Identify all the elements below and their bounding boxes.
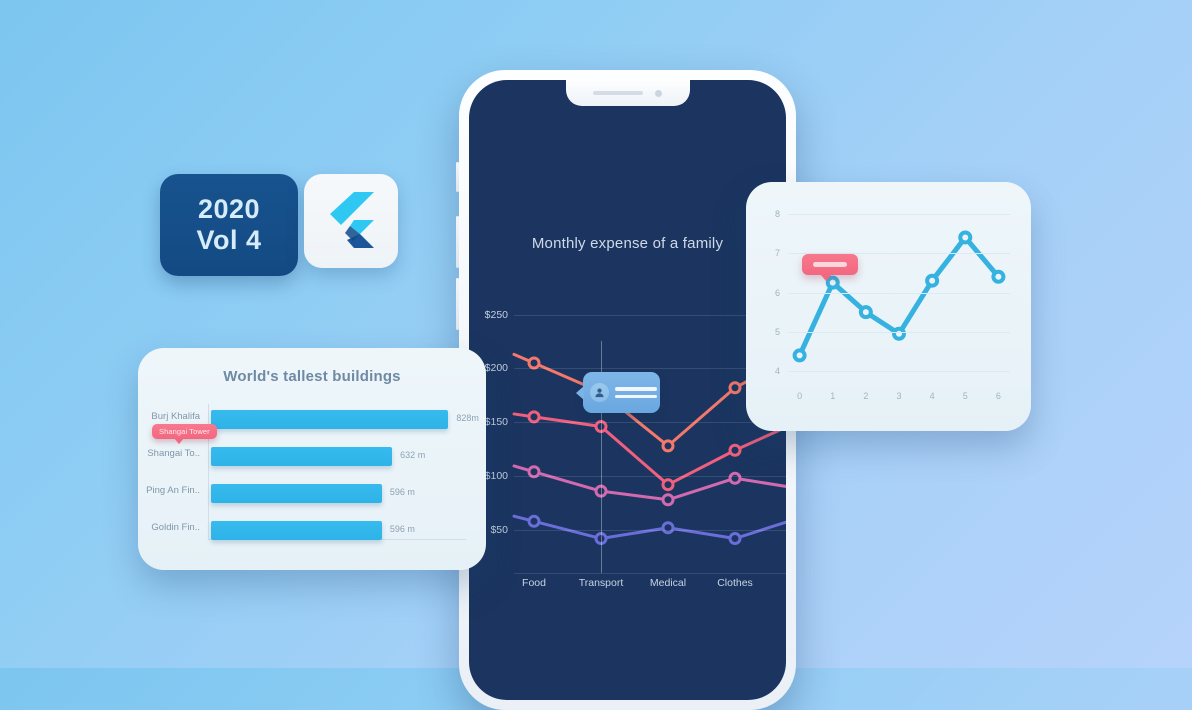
- bar-category-label: Ping An Fin..: [146, 485, 200, 496]
- phone-chart-title: Monthly expense of a family: [531, 235, 724, 252]
- line-chart-tooltip[interactable]: [802, 254, 858, 281]
- bar-chart-card: World's tallest buildings Burj Khalifa 82…: [138, 348, 486, 570]
- tooltip-tail: [820, 274, 832, 281]
- phone-chart-ytick: $250: [484, 308, 508, 321]
- line-chart-xtick: 4: [929, 391, 935, 401]
- tooltip-tail: [576, 386, 584, 400]
- bar-value-label: 828m: [456, 413, 479, 423]
- line-chart-xtick: 2: [863, 391, 869, 401]
- line-chart-point[interactable]: [925, 273, 940, 288]
- phone-chart-xtick: Medical: [649, 577, 687, 589]
- phone-chart-xtick: Transport: [578, 577, 624, 589]
- phone-chart-line: [512, 514, 786, 541]
- phone-button-silent[interactable]: [456, 162, 459, 192]
- phone-button-volume-up[interactable]: [456, 216, 459, 268]
- person-icon: [590, 383, 609, 402]
- line-chart-card: 4 5 6 7 8 0 1 2 3 4 5 6: [746, 182, 1031, 431]
- phone-chart-point[interactable]: [661, 521, 675, 535]
- phone-chart-point[interactable]: [527, 410, 541, 424]
- phone-chart-line: [512, 412, 786, 487]
- bar-chart-bar[interactable]: [211, 521, 382, 540]
- phone-chart-baseline: [514, 573, 786, 574]
- tooltip-value-bar: [813, 262, 847, 267]
- bar-category-label: Burj Khalifa: [151, 411, 200, 422]
- line-chart-xtick: 1: [830, 391, 836, 401]
- bar-value-label: 596 m: [389, 524, 415, 534]
- volume-badge: 2020 Vol 4: [160, 174, 298, 276]
- line-chart-point[interactable]: [991, 269, 1006, 284]
- phone-chart-ytick: $100: [484, 470, 508, 483]
- line-chart-ytick: 4: [774, 366, 780, 377]
- phone-chart-point[interactable]: [661, 493, 675, 507]
- line-chart-xtick: 3: [896, 391, 902, 401]
- phone-notch: [565, 80, 690, 106]
- tooltip-tail: [174, 438, 184, 444]
- bar-value-label: 632 m: [400, 450, 426, 460]
- line-chart-point[interactable]: [792, 348, 807, 363]
- phone-chart-point[interactable]: [728, 443, 742, 457]
- line-chart-ytick: 6: [774, 287, 780, 298]
- phone-chart-point[interactable]: [527, 514, 541, 528]
- bar-chart-title: World's tallest buildings: [223, 368, 401, 385]
- tooltip-text-lines: [615, 387, 657, 398]
- bar-chart-plot: Burj Khalifa 828m Shangai To.. 632 m Ping An…: [146, 404, 479, 540]
- phone-chart-gridline: [514, 476, 786, 478]
- line-chart-point[interactable]: [892, 326, 906, 341]
- bar-chart-tooltip[interactable]: Shangai Tower: [152, 424, 217, 444]
- flutter-logo: [327, 192, 375, 250]
- bar-tooltip-label: Shangai Tower: [159, 427, 210, 436]
- phone-chart-point[interactable]: [728, 471, 742, 485]
- bar-value-label: 596 m: [389, 487, 415, 497]
- phone-chart-point[interactable]: [661, 478, 675, 492]
- line-chart-ytick: 8: [774, 208, 780, 219]
- bar-chart-bar[interactable]: [211, 447, 393, 466]
- line-chart-xtick: 0: [797, 391, 803, 401]
- phone-chart-gridline: [514, 529, 786, 531]
- badge-year: 2020: [197, 194, 261, 224]
- phone-chart-ytick: $50: [490, 523, 508, 536]
- phone-chart-point[interactable]: [728, 381, 742, 395]
- badge-volume: Vol 4: [196, 225, 262, 255]
- front-camera-icon: [655, 89, 662, 97]
- line-chart-ytick: 7: [774, 248, 780, 259]
- phone-chart-point[interactable]: [728, 532, 742, 546]
- line-chart-xtick: 5: [962, 391, 968, 401]
- line-chart-point[interactable]: [858, 305, 873, 320]
- bar-chart-bar[interactable]: [211, 410, 449, 429]
- line-chart-gridline: [788, 213, 1010, 215]
- line-chart-ytick: 5: [774, 326, 780, 337]
- line-chart-point[interactable]: [958, 230, 973, 245]
- phone-chart-ytick: $200: [484, 362, 508, 375]
- bar-category-label: Goldin Fin..: [151, 522, 200, 533]
- phone-button-volume-down[interactable]: [456, 278, 459, 330]
- bar-category-label: Shangai To..: [147, 448, 200, 459]
- line-chart-plot: 4 5 6 7 8 0 1 2 3 4 5 6: [775, 206, 1010, 401]
- line-chart-xtick: 6: [995, 391, 1001, 401]
- line-chart-gridline: [788, 292, 1010, 294]
- phone-chart-point[interactable]: [527, 356, 541, 370]
- phone-chart-point[interactable]: [661, 439, 675, 453]
- bar-chart-bar[interactable]: [211, 484, 382, 503]
- line-chart-gridline: [788, 331, 1010, 333]
- phone-chart-xtick: Food: [522, 577, 546, 589]
- phone-chart-ytick: $150: [484, 416, 508, 429]
- phone-chart-xtick: Clothes: [717, 577, 753, 589]
- phone-chart-tooltip[interactable]: [576, 372, 660, 413]
- line-chart-gridline: [788, 371, 1010, 373]
- phone-chart-gridline: [514, 422, 786, 424]
- speaker-grille-icon: [593, 91, 643, 95]
- promo-canvas: 2020 Vol 4 Monthly expense of a family $…: [0, 0, 1192, 710]
- flutter-logo-card: [304, 174, 398, 268]
